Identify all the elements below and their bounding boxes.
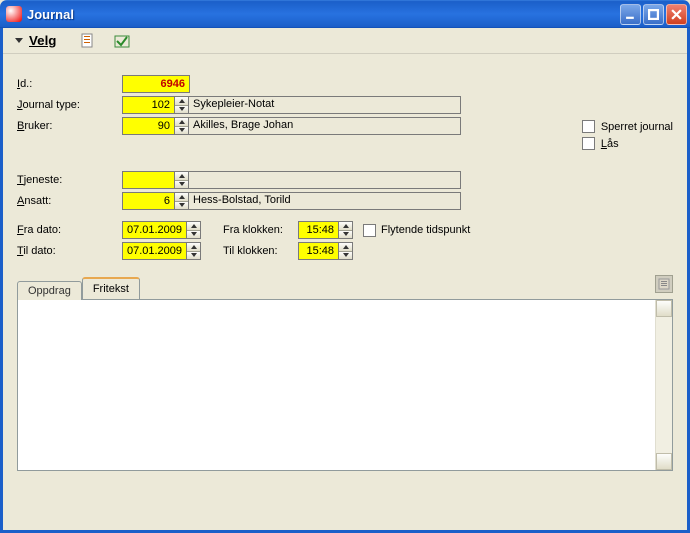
fra-dato-field[interactable] — [122, 221, 186, 239]
minimize-button[interactable] — [620, 4, 641, 25]
bruker-code-field[interactable] — [122, 117, 174, 135]
fra-dato-spinner[interactable] — [186, 221, 201, 239]
journal-type-text: Sykepleier-Notat — [189, 96, 461, 114]
chevron-down-icon — [15, 38, 23, 43]
tjeneste-label: Tjeneste: — [17, 174, 122, 186]
toolbar: Velg — [3, 28, 687, 54]
velg-menu[interactable]: Velg — [9, 32, 62, 49]
fra-klokken-label: Fra klokken: — [223, 224, 298, 236]
sperret-journal-checkbox[interactable] — [582, 120, 595, 133]
window-buttons — [620, 4, 687, 25]
bruker-spinner[interactable] — [174, 117, 189, 135]
window-body: Velg Sperret journal Lås Id.: Journal t — [0, 28, 690, 533]
scroll-up-button[interactable] — [656, 300, 672, 317]
fritekst-panel — [17, 299, 673, 471]
tab-oppdrag[interactable]: Oppdrag — [17, 281, 82, 300]
right-checkboxes: Sperret journal Lås — [582, 120, 673, 150]
scroll-down-button[interactable] — [656, 453, 672, 470]
journal-type-spinner[interactable] — [174, 96, 189, 114]
fritekst-textarea[interactable] — [18, 300, 655, 470]
flytende-label: Flytende tidspunkt — [381, 224, 470, 236]
til-klokken-field[interactable] — [298, 242, 338, 260]
ansatt-code-field[interactable] — [122, 192, 174, 210]
tab-fritekst[interactable]: Fritekst — [82, 277, 140, 299]
til-dato-label: Til dato: — [17, 245, 122, 257]
id-field[interactable] — [122, 75, 190, 93]
ansatt-label: Ansatt: — [17, 195, 122, 207]
checkmark-icon[interactable] — [114, 33, 130, 49]
form-icon[interactable] — [80, 33, 96, 49]
flytende-checkbox[interactable] — [363, 224, 376, 237]
velg-label: Velg — [29, 33, 56, 48]
ansatt-spinner[interactable] — [174, 192, 189, 210]
fra-klokken-spinner[interactable] — [338, 221, 353, 239]
textarea-scrollbar[interactable] — [655, 300, 672, 470]
titlebar: Journal — [0, 0, 690, 28]
sperret-journal-label: Sperret journal — [601, 121, 673, 133]
id-label: Id.: — [17, 78, 122, 90]
fra-dato-label: Fra dato: — [17, 224, 122, 236]
til-dato-field[interactable] — [122, 242, 186, 260]
close-button[interactable] — [666, 4, 687, 25]
tjeneste-text — [189, 171, 461, 189]
bruker-label: Bruker: — [17, 120, 122, 132]
journal-type-code-field[interactable] — [122, 96, 174, 114]
window-title: Journal — [27, 7, 620, 22]
las-checkbox[interactable] — [582, 137, 595, 150]
journal-type-label: Journal type: — [17, 99, 122, 111]
las-label: Lås — [601, 138, 619, 150]
bruker-text: Akilles, Brage Johan — [189, 117, 461, 135]
tjeneste-code-field[interactable] — [122, 171, 174, 189]
fra-klokken-field[interactable] — [298, 221, 338, 239]
tabs-area: Oppdrag Fritekst — [17, 277, 673, 471]
maximize-button[interactable] — [643, 4, 664, 25]
app-icon — [6, 6, 22, 22]
tjeneste-spinner[interactable] — [174, 171, 189, 189]
til-klokken-spinner[interactable] — [338, 242, 353, 260]
til-klokken-label: Til klokken: — [223, 245, 298, 257]
form-content: Sperret journal Lås Id.: Journal type: S… — [3, 54, 687, 479]
til-dato-spinner[interactable] — [186, 242, 201, 260]
ansatt-text: Hess-Bolstad, Torild — [189, 192, 461, 210]
